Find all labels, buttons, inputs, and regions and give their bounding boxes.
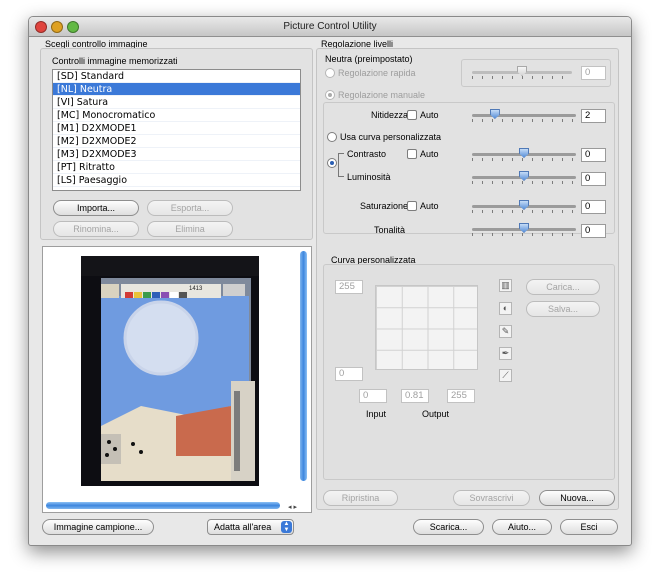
download-button[interactable]: Scarica...	[413, 519, 484, 535]
input-point-field[interactable]: 0	[359, 389, 387, 403]
manual-adjust-radio[interactable]	[325, 90, 335, 100]
manual-adjust-label: Regolazione manuale	[338, 90, 426, 100]
list-item-selected[interactable]: [NL] Neutra	[53, 83, 300, 96]
list-item[interactable]: [M3] D2XMODE3	[53, 148, 300, 161]
list-item[interactable]: [VI] Satura	[53, 96, 300, 109]
list-item[interactable]: [SD] Standard	[53, 70, 300, 83]
output-label: Output	[422, 409, 450, 419]
hue-slider[interactable]	[472, 223, 576, 236]
saturation-auto-label: Auto	[420, 201, 439, 211]
list-item[interactable]: [MC] Monocromatico	[53, 109, 300, 122]
quick-adjust-slider[interactable]	[472, 66, 572, 79]
contrast-field[interactable]: 0	[581, 148, 606, 162]
output-min-field[interactable]: 0	[335, 367, 363, 381]
output-point-field[interactable]: 255	[447, 389, 475, 403]
save-curve-button[interactable]: Salva...	[526, 301, 600, 317]
curve-graph[interactable]	[375, 285, 478, 370]
saturation-label: Saturazione	[360, 201, 409, 211]
sample-image-button[interactable]: Immagine campione...	[42, 519, 154, 535]
horizontal-scrollbar[interactable]	[46, 502, 280, 509]
sharpness-field[interactable]: 2	[581, 109, 606, 123]
stored-controls-label: Controlli immagine memorizzati	[52, 56, 178, 66]
eyedropper-black-icon[interactable]: ✒	[499, 347, 512, 360]
input-label: Input	[366, 409, 387, 419]
import-button[interactable]: Importa...	[53, 200, 139, 216]
scroll-arrows-icon[interactable]: ◂ ▸	[288, 503, 297, 511]
list-item[interactable]: [M1] D2XMODE1	[53, 122, 300, 135]
saturation-slider[interactable]	[472, 200, 576, 213]
fit-select[interactable]: Adatta all'area ▲ ▼	[207, 519, 294, 535]
rename-button[interactable]: Rinomina...	[53, 221, 139, 237]
zoom-window-icon[interactable]	[67, 21, 79, 33]
output-max-field[interactable]: 255	[335, 280, 363, 294]
sharpness-auto-checkbox[interactable]	[407, 110, 417, 120]
saturation-field[interactable]: 0	[581, 200, 606, 214]
linear-curve-icon[interactable]: ⟋	[499, 369, 512, 382]
list-item[interactable]: [M2] D2XMODE2	[53, 135, 300, 148]
help-button[interactable]: Aiuto...	[492, 519, 552, 535]
contrast-brightness-radio[interactable]	[327, 158, 337, 168]
load-curve-button[interactable]: Carica...	[526, 279, 600, 295]
preview-pane[interactable]: 1413 ◂ ▸	[42, 246, 312, 513]
updown-arrows-icon: ▲ ▼	[281, 521, 292, 533]
picture-control-list[interactable]: [SD] Standard [NL] Neutra [VI] Satura [M…	[52, 69, 301, 191]
minimize-window-icon[interactable]	[51, 21, 63, 33]
exit-button[interactable]: Esci	[560, 519, 618, 535]
delete-button[interactable]: Elimina	[147, 221, 233, 237]
gamma-field[interactable]: 0.81	[401, 389, 429, 403]
quick-adjust-field[interactable]: 0	[581, 66, 606, 80]
eyedropper-icon[interactable]: ✎	[499, 325, 512, 338]
saturation-auto-checkbox[interactable]	[407, 201, 417, 211]
quick-adjust-label: Regolazione rapida	[338, 68, 416, 78]
histogram-icon[interactable]: ▥	[499, 279, 512, 292]
sharpness-auto-label: Auto	[420, 110, 439, 120]
bracket-line	[338, 153, 344, 177]
contrast-auto-label: Auto	[420, 149, 439, 159]
hue-field[interactable]: 0	[581, 224, 606, 238]
sample-image: 1413	[81, 256, 259, 486]
quick-adjust-radio[interactable]	[325, 68, 335, 78]
contrast-auto-checkbox[interactable]	[407, 149, 417, 159]
list-item[interactable]: [LS] Paesaggio	[53, 174, 300, 187]
new-button[interactable]: Nuova...	[539, 490, 615, 506]
preset-name-label: Neutra (preimpostato)	[325, 54, 413, 64]
overwrite-button[interactable]: Sovrascrivi	[453, 490, 530, 506]
custom-curve-radio[interactable]	[327, 132, 337, 142]
window-title: Picture Control Utility	[283, 21, 377, 32]
vertical-scrollbar[interactable]	[300, 251, 307, 481]
brightness-slider[interactable]	[472, 171, 576, 184]
sharpness-label: Nitidezza	[371, 110, 409, 120]
fit-select-value: Adatta all'area	[214, 522, 272, 532]
contrast-label: Contrasto	[347, 149, 387, 159]
brightness-field[interactable]: 0	[581, 172, 606, 186]
title-bar: Picture Control Utility	[29, 17, 631, 37]
custom-curve-radio-label: Usa curva personalizzata	[340, 132, 442, 142]
ruler-label: 1413	[189, 286, 203, 292]
brightness-label: Luminosità	[347, 172, 391, 182]
sharpness-slider[interactable]	[472, 109, 576, 122]
close-window-icon[interactable]	[35, 21, 47, 33]
hue-label: Tonalità	[374, 225, 406, 235]
app-window: Picture Control Utility Scegli controllo…	[28, 16, 632, 546]
reset-button[interactable]: Ripristina	[323, 490, 398, 506]
export-button[interactable]: Esporta...	[147, 200, 233, 216]
contrast-icon[interactable]: ◐	[499, 302, 512, 315]
list-item[interactable]: [PT] Ritratto	[53, 161, 300, 174]
contrast-slider[interactable]	[472, 148, 576, 161]
